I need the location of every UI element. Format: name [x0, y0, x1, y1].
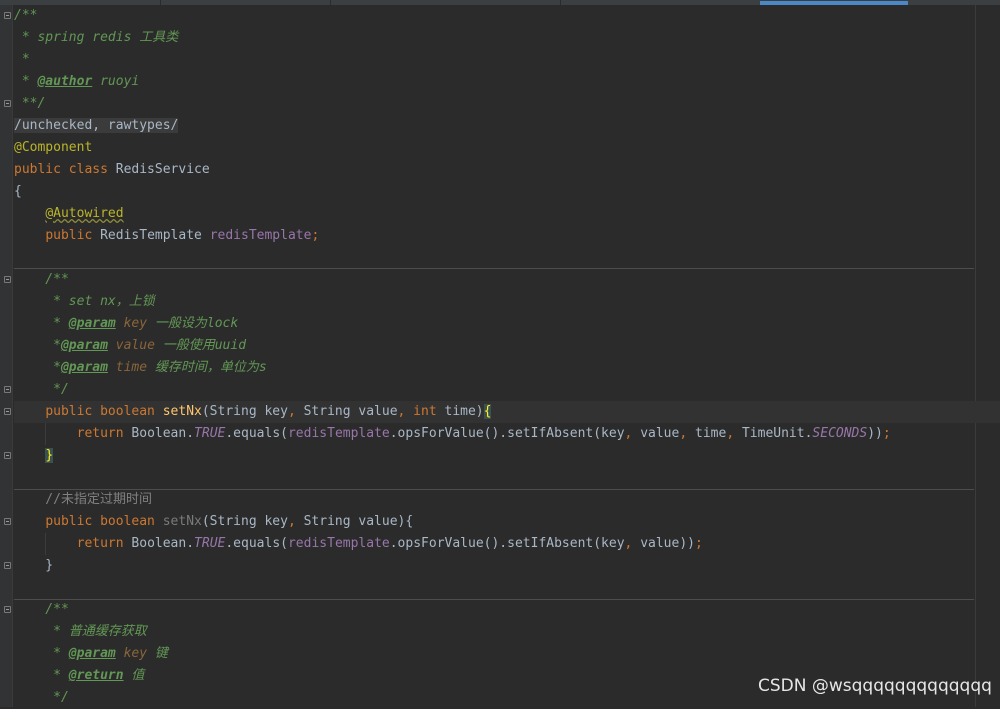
fold-icon[interactable] [4, 276, 11, 283]
code-line-17: *@param time 缓存时间，单位为s [14, 357, 267, 379]
tab-separator [330, 0, 331, 5]
doc-comment-open: /** [14, 602, 69, 617]
keyword: public boolean [45, 514, 163, 529]
param-name: key [115, 316, 148, 331]
code-line-25: return Boolean.TRUE.equals(redisTemplate… [76, 536, 703, 551]
doc-comment-star: * [14, 646, 69, 661]
keyword: public [45, 228, 101, 243]
param-tag: @param [68, 646, 116, 661]
param-name: value [107, 338, 155, 353]
method-separator [14, 489, 974, 490]
active-tab-indicator[interactable] [760, 1, 908, 5]
fold-icon[interactable] [4, 562, 11, 569]
code-line-13: /** [14, 269, 69, 291]
folded-suppress-warnings[interactable]: /unchecked, rawtypes/ [14, 118, 179, 133]
author-tag: @author [37, 74, 93, 89]
editor-gutter [0, 5, 13, 707]
code-line-18: */ [14, 379, 69, 401]
return-desc: 值 [123, 668, 145, 683]
param-name: time [107, 360, 148, 375]
keyword: public class [14, 162, 116, 177]
code-line-15: * @param key 一般设为lock [14, 313, 238, 335]
autowired-annotation: @Autowired [45, 206, 124, 221]
doc-comment-text: * [14, 52, 30, 67]
param-desc: 一般使用uuid [154, 338, 247, 353]
param-desc: 键 [147, 646, 168, 661]
method-separator [14, 599, 974, 600]
code-line-7: @Component [14, 137, 92, 159]
code-line-1: /** [14, 5, 37, 27]
code-line-10: @Autowired [14, 203, 124, 225]
param-tag: @param [60, 360, 108, 375]
method-name: setNx [162, 404, 202, 419]
tab-separator [560, 0, 561, 5]
class-name: RedisService [115, 162, 210, 177]
open-brace: { [14, 184, 22, 199]
param-name: key [115, 646, 148, 661]
param-desc: 缓存时间，单位为s [147, 360, 267, 375]
code-line-14: * set nx，上锁 [14, 291, 155, 313]
code-line-23: //未指定过期时间 [14, 489, 152, 511]
code-line-21: } [14, 445, 54, 467]
component-annotation: @Component [14, 140, 93, 155]
semicolon: ; [311, 228, 320, 243]
code-line-26: } [14, 555, 53, 577]
type-name: RedisTemplate [100, 228, 210, 243]
tab-separator [160, 0, 161, 5]
fold-icon[interactable] [4, 12, 11, 19]
fold-icon[interactable] [4, 518, 11, 525]
code-line-31: * @return 值 [14, 665, 144, 687]
code-line-24: public boolean setNx(String key, String … [45, 514, 414, 529]
code-line-20: return Boolean.TRUE.equals(redisTemplate… [76, 426, 891, 441]
editor-tab-bar [0, 0, 1000, 5]
code-line-32: */ [14, 687, 69, 709]
doc-comment-open: /** [14, 8, 38, 23]
right-margin-guide [975, 5, 976, 707]
code-line-6: /unchecked, rawtypes/ [14, 115, 179, 137]
code-line-5: **/ [14, 93, 46, 115]
code-line-29: * 普通缓存获取 [14, 621, 147, 643]
fold-icon[interactable] [4, 100, 11, 107]
code-line-2: * spring redis 工具类 [14, 27, 178, 49]
param-desc: 一般设为lock [147, 316, 239, 331]
method-name-unused: setNx [162, 514, 202, 529]
author-name: ruoyi [92, 74, 140, 89]
field-name: redisTemplate [209, 228, 312, 243]
fold-icon[interactable] [4, 386, 11, 393]
doc-comment-open: /** [14, 272, 69, 287]
code-line-11: public RedisTemplate redisTemplate; [14, 225, 319, 247]
code-line-19: public boolean setNx(String key, String … [45, 404, 492, 419]
doc-comment-text: * 普通缓存获取 [14, 624, 147, 639]
fold-icon[interactable] [4, 606, 11, 613]
csdn-watermark: CSDN @wsqqqqqqqqqqqqq [758, 676, 992, 696]
fold-icon[interactable] [4, 408, 11, 415]
doc-comment-text: * spring redis 工具类 [14, 30, 179, 45]
code-line-4: * @author ruoyi [14, 71, 139, 93]
doc-comment-close: **/ [14, 96, 46, 111]
doc-comment-star: * [14, 668, 69, 683]
close-brace: } [14, 558, 54, 573]
doc-comment-star: * [14, 360, 61, 375]
code-line-3: * [14, 49, 30, 71]
line-comment: //未指定过期时间 [14, 492, 152, 507]
method-separator [14, 268, 974, 269]
doc-comment-star: * [14, 338, 61, 353]
param-tag: @param [60, 338, 108, 353]
doc-comment-star: * [14, 74, 38, 89]
matched-brace: } [45, 448, 54, 463]
fold-icon[interactable] [4, 452, 11, 459]
doc-comment-text: * set nx，上锁 [14, 294, 155, 309]
doc-comment-star: * [14, 316, 69, 331]
param-tag: @param [68, 316, 116, 331]
matched-brace: { [483, 404, 492, 419]
code-line-16: *@param value 一般使用uuid [14, 335, 246, 357]
code-line-30: * @param key 键 [14, 643, 168, 665]
code-line-9: { [14, 181, 22, 203]
return-tag: @return [68, 668, 124, 683]
doc-comment-close: */ [14, 382, 69, 397]
code-line-8: public class RedisService [14, 159, 210, 181]
doc-comment-close: */ [14, 690, 69, 705]
code-line-28: /** [14, 599, 69, 621]
keyword: public boolean [45, 404, 163, 419]
